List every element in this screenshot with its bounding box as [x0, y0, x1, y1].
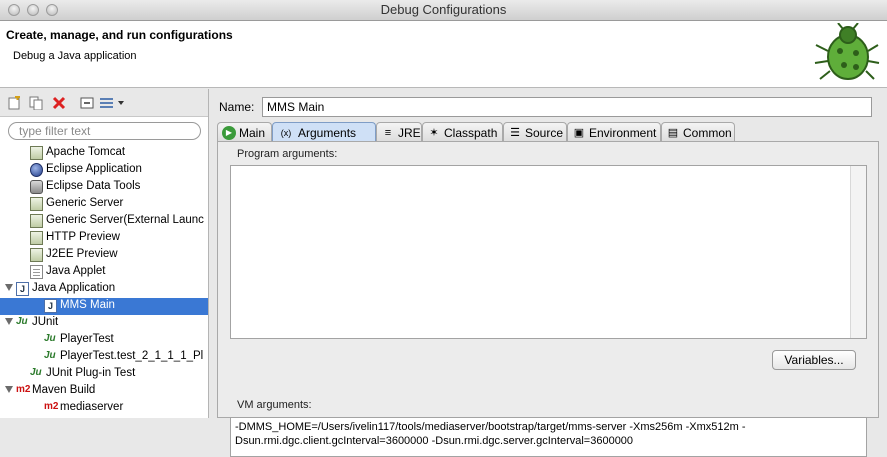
- tab-label: JRE: [398, 126, 421, 140]
- tree-item[interactable]: Ju PlayerTest.test_2_1_1_1_Pl: [0, 349, 208, 366]
- tab-jre[interactable]: ≡ JRE: [376, 122, 422, 142]
- program-arguments-label: Program arguments:: [237, 148, 338, 160]
- tab-label: Environment: [589, 126, 657, 140]
- tree-item-label: Generic Server: [46, 197, 124, 209]
- tree-item-label: JUnit Plug-in Test: [46, 367, 136, 379]
- tree-item-label: Java Applet: [46, 265, 106, 277]
- program-arguments-scrollbar[interactable]: [850, 166, 866, 338]
- arguments-tab-icon: (x): [280, 128, 292, 138]
- config-toolbar: [0, 89, 208, 117]
- tree-item-label: HTTP Preview: [46, 231, 120, 243]
- tree-item-label: Eclipse Application: [46, 163, 142, 175]
- variables-button[interactable]: Variables...: [772, 350, 856, 370]
- junit-icon: Ju: [44, 350, 56, 361]
- tab-common[interactable]: ▤ Common: [661, 122, 735, 142]
- filter-icon[interactable]: [99, 95, 125, 111]
- tab-arguments[interactable]: (x) Arguments: [272, 122, 376, 142]
- tab-environment[interactable]: ▣ Environment: [567, 122, 661, 142]
- collapse-all-icon[interactable]: [79, 95, 95, 111]
- tree-item[interactable]: Eclipse Application: [0, 162, 208, 179]
- tree-item[interactable]: Generic Server: [0, 196, 208, 213]
- database-icon: [30, 180, 43, 194]
- configuration-list-pane: Apache Tomcat Eclipse Application Eclipse …: [0, 89, 209, 418]
- junit-plugin-icon: Ju: [30, 367, 42, 378]
- tree-item-label: PlayerTest.test_2_1_1_1_Pl: [60, 350, 204, 362]
- duplicate-icon[interactable]: [28, 95, 44, 111]
- main-tab-icon: ▶: [222, 126, 236, 140]
- server-icon: [30, 248, 43, 262]
- tree-item-label: mediaserver: [60, 401, 124, 413]
- editor-tabs: ▶ Main (x) Arguments ≡ JRE ✶ Classpath ☰ Source ▣ E…: [217, 122, 879, 142]
- maven-icon: m2: [16, 384, 31, 395]
- arguments-tab-panel: Program arguments: Variables... VM argum…: [217, 141, 879, 457]
- jre-tab-icon: ≡: [384, 127, 392, 139]
- expand-arrow-icon[interactable]: [5, 386, 13, 393]
- tree-item-label: Eclipse Data Tools: [46, 180, 141, 192]
- tree-item[interactable]: Ju JUnit Plug-in Test: [0, 366, 208, 383]
- tree-item[interactable]: Java Applet: [0, 264, 208, 281]
- tree-item[interactable]: Generic Server(External Launc: [0, 213, 208, 230]
- tab-label: Main: [239, 126, 266, 140]
- tree-item-label: Java Application: [32, 282, 116, 294]
- tab-classpath[interactable]: ✶ Classpath: [422, 122, 503, 142]
- tree-item[interactable]: HTTP Preview: [0, 230, 208, 247]
- java-app-icon: J: [44, 299, 57, 313]
- java-app-icon: J: [16, 282, 29, 296]
- tree-item[interactable]: Apache Tomcat: [0, 145, 208, 162]
- maven-icon: m2: [44, 401, 59, 412]
- tree-item-label: Apache Tomcat: [46, 146, 126, 158]
- program-arguments-field[interactable]: [230, 165, 867, 339]
- common-tab-icon: ▤: [667, 127, 679, 139]
- server-icon: [30, 231, 43, 245]
- eclipse-icon: [30, 163, 43, 177]
- delete-icon[interactable]: [51, 95, 67, 111]
- name-field[interactable]: [262, 97, 872, 117]
- expand-arrow-icon[interactable]: [5, 318, 13, 325]
- filter-input[interactable]: [8, 122, 201, 140]
- expand-arrow-icon[interactable]: [5, 284, 13, 291]
- tree-item[interactable]: J MMS Main: [0, 298, 208, 315]
- tab-label: Common: [683, 126, 732, 140]
- vm-arguments-label: VM arguments:: [237, 399, 312, 411]
- tree-item[interactable]: m2 mediaserver: [0, 400, 208, 417]
- dialog-header: Create, manage, and run configurations D…: [0, 21, 887, 88]
- window-titlebar: Debug Configurations: [0, 0, 887, 21]
- new-config-icon[interactable]: [6, 95, 22, 111]
- window-title: Debug Configurations: [380, 2, 507, 17]
- server-icon: [30, 146, 43, 160]
- tree-item-label: JUnit: [32, 316, 59, 328]
- tab-main[interactable]: ▶ Main: [217, 122, 272, 142]
- tree-item[interactable]: Ju JUnit: [0, 315, 208, 332]
- tab-source[interactable]: ☰ Source: [503, 122, 567, 142]
- tree-item-label: J2EE Preview: [46, 248, 118, 260]
- tree-item[interactable]: J2EE Preview: [0, 247, 208, 264]
- tree-item-label: Generic Server(External Launc: [46, 214, 204, 226]
- configuration-editor: Name: ▶Main (x) Arguments ≡ JRE ✶ Classpath ☰ So…: [210, 89, 887, 457]
- source-tab-icon: ☰: [510, 127, 520, 139]
- debug-bug-icon: [814, 23, 880, 80]
- tab-label: Source: [525, 126, 564, 140]
- tree-item-label: MMS Main: [60, 299, 115, 311]
- environment-tab-icon: ▣: [573, 127, 585, 139]
- tab-label: Classpath: [444, 126, 498, 140]
- tree-item[interactable]: m2 Maven Build: [0, 383, 208, 400]
- vm-arguments-field[interactable]: -DMMS_HOME=/Users/ivelin117/tools/medias…: [230, 417, 867, 457]
- header-subtitle: Debug a Java application: [13, 50, 137, 62]
- tree-item-label: Maven Build: [32, 384, 96, 396]
- tree-item[interactable]: Eclipse Data Tools: [0, 179, 208, 196]
- server-icon: [30, 214, 43, 228]
- name-label: Name:: [219, 100, 255, 114]
- tab-label: Arguments: [298, 126, 357, 140]
- classpath-tab-icon: ✶: [429, 127, 439, 139]
- tree-item-label: PlayerTest: [60, 333, 114, 345]
- tree-item[interactable]: Ju PlayerTest: [0, 332, 208, 349]
- tree-item[interactable]: J Java Application: [0, 281, 208, 298]
- server-icon: [30, 197, 43, 211]
- applet-icon: [30, 265, 43, 279]
- header-title: Create, manage, and run configurations: [6, 28, 233, 42]
- junit-icon: Ju: [16, 316, 28, 327]
- junit-icon: Ju: [44, 333, 56, 344]
